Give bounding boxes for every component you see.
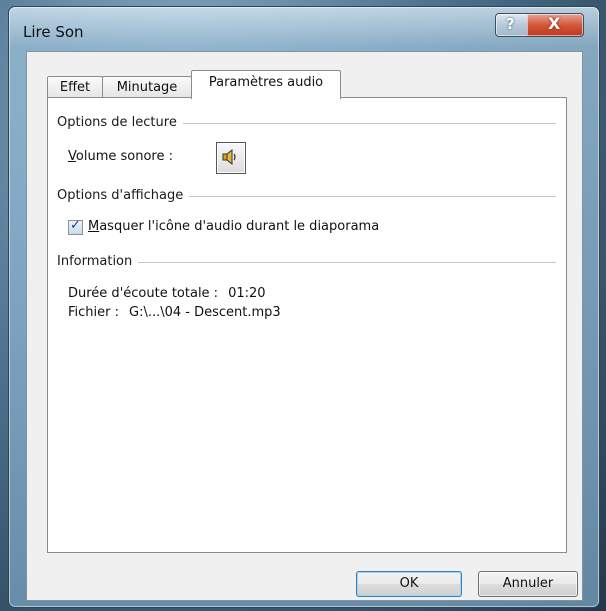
dialog-title: Lire Son (23, 23, 84, 41)
group-label-playback: Options de lecture (57, 115, 183, 130)
group-label-display: Options d'affichage (57, 188, 190, 203)
file-value: G:\...\04 - Descent.mp3 (129, 305, 281, 320)
ok-button[interactable]: OK (356, 571, 462, 597)
group-display-options: Options d'affichage (57, 188, 556, 204)
dialog-client-area: Effet Minutage Paramètres audio Options … (26, 51, 583, 601)
speaker-icon (222, 148, 236, 166)
help-icon: ? (506, 15, 515, 33)
title-bar[interactable]: Lire Son ? X (9, 7, 599, 47)
tab-panel-audio-settings: Options de lecture Volume sonore : Optio… (47, 97, 567, 553)
close-icon: X (548, 14, 561, 33)
help-button[interactable]: ? (495, 13, 529, 37)
group-playback-options: Options de lecture (57, 115, 556, 131)
cancel-button[interactable]: Annuler (478, 571, 578, 597)
hide-icon-checkbox[interactable]: ✓ (68, 218, 83, 235)
duration-value: 01:20 (228, 286, 266, 301)
group-information: Information (57, 254, 556, 270)
volume-label: Volume sonore : (68, 149, 173, 164)
dialog-window: Lire Son ? X Effet Minutage Paramètres a… (8, 6, 600, 608)
tab-parametres-audio[interactable]: Paramètres audio (191, 70, 341, 99)
checkmark-icon: ✓ (70, 218, 81, 233)
file-label: Fichier : (68, 305, 119, 320)
hide-icon-label[interactable]: Masquer l'icône d'audio durant le diapor… (88, 219, 379, 234)
group-label-information: Information (57, 254, 139, 269)
duration-row: Durée d'écoute totale : 01:20 (68, 286, 266, 301)
tab-effet[interactable]: Effet (47, 76, 103, 98)
duration-label: Durée d'écoute totale : (68, 286, 219, 301)
volume-button[interactable] (216, 142, 246, 174)
file-row: Fichier : G:\...\04 - Descent.mp3 (68, 305, 281, 320)
tab-minutage[interactable]: Minutage (102, 76, 192, 98)
close-button[interactable]: X (527, 13, 584, 37)
tab-strip: Effet Minutage Paramètres audio (40, 70, 570, 99)
